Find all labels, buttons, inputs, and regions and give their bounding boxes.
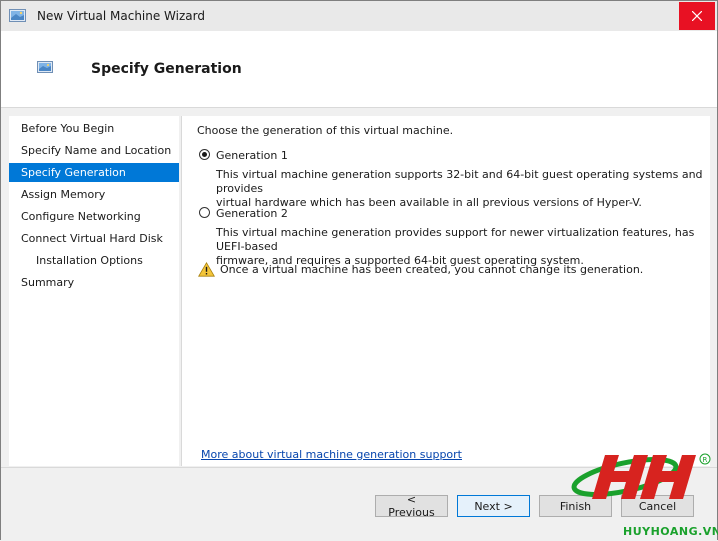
generation-2-radio[interactable] xyxy=(199,207,210,218)
nav-item-summary[interactable]: Summary xyxy=(9,273,179,292)
content-panel: Choose the generation of this virtual ma… xyxy=(181,116,710,466)
warning-icon xyxy=(198,262,215,277)
virtual-machine-icon xyxy=(37,61,53,73)
generation-2-label[interactable]: Generation 2 xyxy=(216,207,288,220)
generation-2-description: This virtual machine generation provides… xyxy=(216,226,710,268)
generation-1-desc-line1: This virtual machine generation supports… xyxy=(216,168,703,195)
close-icon xyxy=(692,11,702,21)
previous-button[interactable]: < Previous xyxy=(375,493,448,519)
nav-item-specify-name-location[interactable]: Specify Name and Location xyxy=(9,141,179,160)
nav-item-assign-memory[interactable]: Assign Memory xyxy=(9,185,179,204)
generation-1-radio[interactable] xyxy=(199,149,210,160)
generation-prompt: Choose the generation of this virtual ma… xyxy=(197,124,454,137)
title-bar[interactable]: New Virtual Machine Wizard xyxy=(1,1,717,31)
wizard-header: Specify Generation xyxy=(1,31,717,108)
wizard-steps-nav: Before You Begin Specify Name and Locati… xyxy=(9,116,179,466)
nav-item-before-you-begin[interactable]: Before You Begin xyxy=(9,119,179,138)
radio-selected-dot xyxy=(202,152,207,157)
nav-item-installation-options[interactable]: Installation Options xyxy=(9,251,179,270)
watermark-logo: R HUYHOANG.VN xyxy=(567,447,718,541)
virtual-machine-icon xyxy=(9,9,26,22)
huyhoang-logo-icon: R xyxy=(571,453,711,499)
watermark-text: HUYHOANG.VN xyxy=(623,525,718,538)
nav-item-connect-virtual-hard-disk[interactable]: Connect Virtual Hard Disk xyxy=(9,229,179,248)
generation-1-desc-line2: virtual hardware which has been availabl… xyxy=(216,196,642,209)
next-button[interactable]: Next > xyxy=(457,495,530,517)
svg-text:R: R xyxy=(703,456,708,464)
wizard-window: New Virtual Machine Wizard Specify Gener… xyxy=(0,0,718,540)
nav-item-configure-networking[interactable]: Configure Networking xyxy=(9,207,179,226)
generation-1-description: This virtual machine generation supports… xyxy=(216,168,710,210)
nav-item-specify-generation[interactable]: Specify Generation xyxy=(9,163,179,182)
close-button[interactable] xyxy=(679,2,715,30)
window-title: New Virtual Machine Wizard xyxy=(37,9,205,23)
generation-warning: Once a virtual machine has been created,… xyxy=(220,263,644,276)
generation-help-link[interactable]: More about virtual machine generation su… xyxy=(201,448,462,461)
generation-1-label[interactable]: Generation 1 xyxy=(216,149,288,162)
page-title: Specify Generation xyxy=(91,61,242,77)
generation-2-desc-line1: This virtual machine generation provides… xyxy=(216,226,695,253)
